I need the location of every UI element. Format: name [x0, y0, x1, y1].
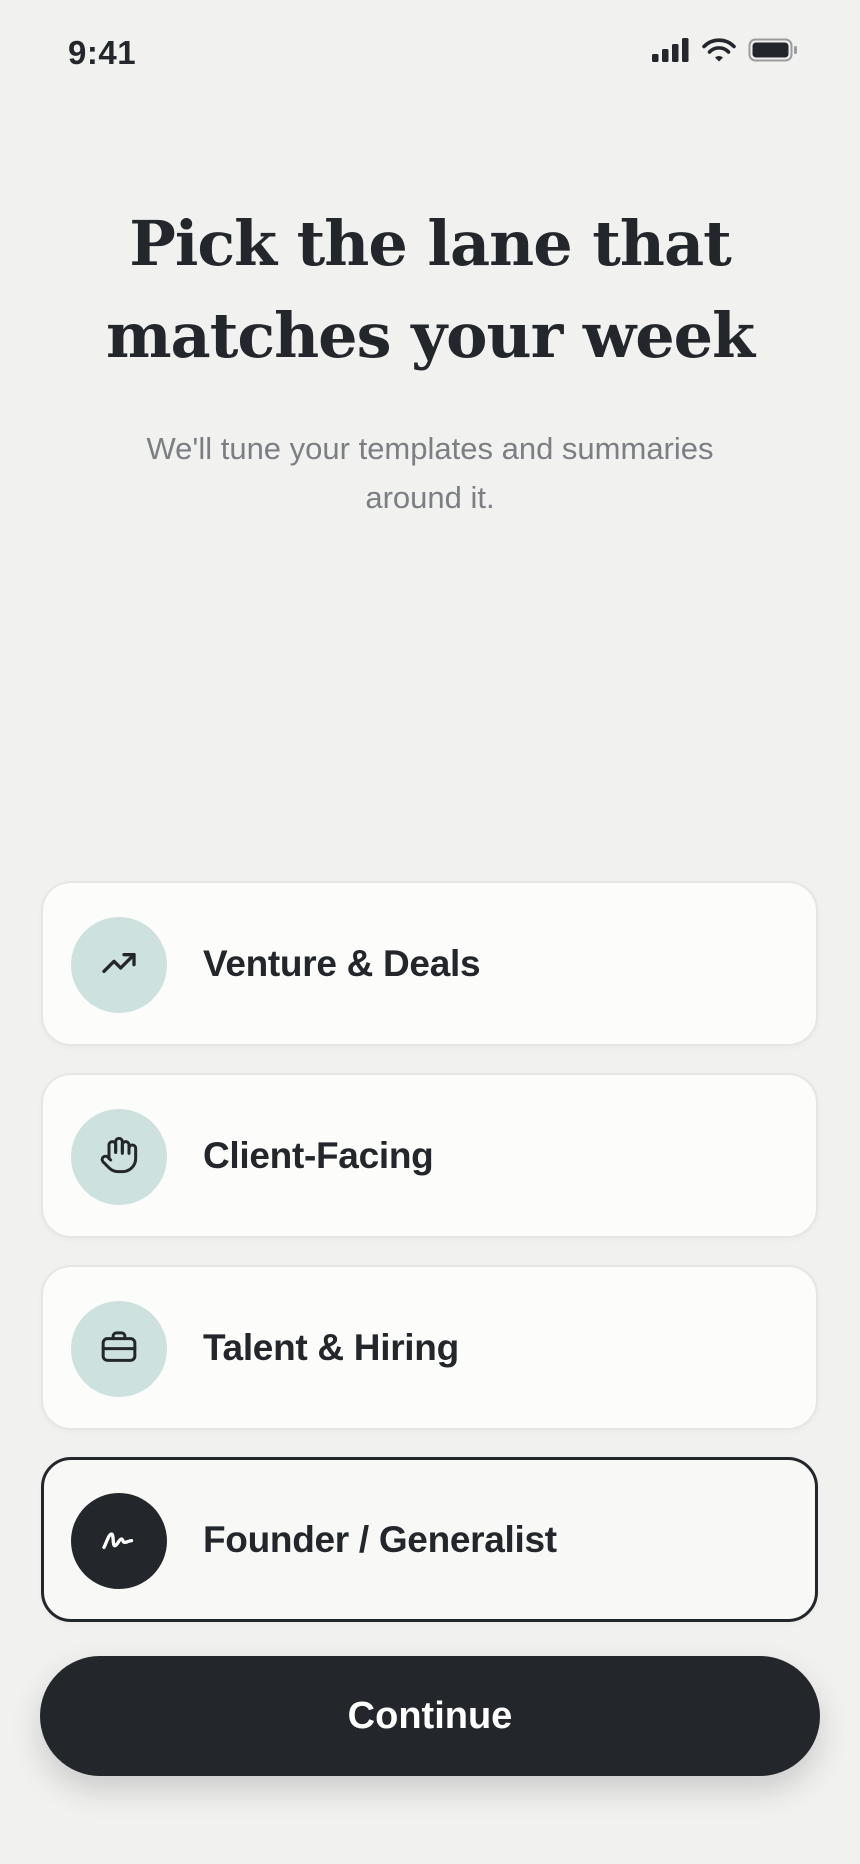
page-subtitle: We'll tune your templates and summaries … — [146, 431, 714, 515]
option-label: Client-Facing — [203, 1134, 434, 1176]
hand-icon — [99, 1135, 139, 1180]
option-client-facing[interactable]: Client-Facing — [41, 1073, 818, 1238]
option-icon-badge — [71, 1301, 167, 1397]
option-talent-hiring[interactable]: Talent & Hiring — [41, 1265, 818, 1430]
status-bar: 9:41 — [0, 0, 860, 108]
status-time: 9:41 — [68, 34, 137, 71]
status-icons — [652, 38, 798, 62]
page-title: Pick the lane that matches your week — [105, 207, 755, 372]
option-label: Founder / Generalist — [203, 1518, 557, 1560]
wifi-icon — [702, 38, 736, 62]
continue-button[interactable]: Continue — [40, 1656, 820, 1776]
trending-up-icon — [99, 943, 139, 988]
option-icon-badge — [71, 917, 167, 1013]
option-label: Venture & Deals — [203, 942, 481, 984]
battery-icon — [748, 38, 798, 62]
option-icon-badge — [71, 1493, 167, 1589]
option-icon-badge — [71, 1109, 167, 1205]
option-venture-deals[interactable]: Venture & Deals — [41, 881, 818, 1046]
signature-icon — [99, 1519, 139, 1564]
cellular-signal-icon — [652, 38, 690, 62]
briefcase-icon — [99, 1327, 139, 1372]
option-founder-generalist[interactable]: Founder / Generalist — [41, 1457, 818, 1622]
option-label: Talent & Hiring — [203, 1326, 459, 1368]
